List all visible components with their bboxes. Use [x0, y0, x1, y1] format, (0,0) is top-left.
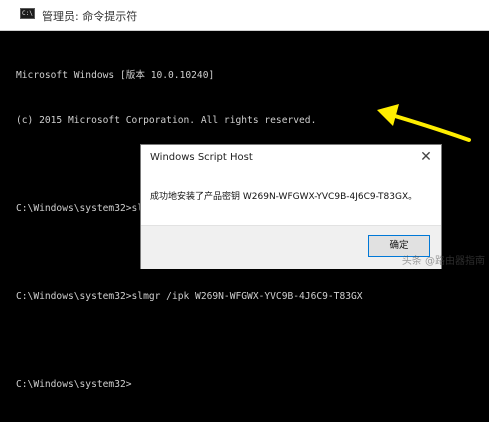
dialog-body: 成功地安装了产品密钥 W269N-WFGWX-YVC9B-4J6C9-T83GX… [141, 175, 441, 225]
title-bar[interactable]: C:\ 管理员: 命令提示符 [0, 0, 489, 31]
console-line: C:\Windows\system32> [16, 379, 132, 390]
command-prompt-window: C:\ 管理员: 命令提示符 Microsoft Windows [版本 10.… [0, 0, 489, 390]
console-line: Microsoft Windows [版本 10.0.10240] [16, 70, 215, 81]
dialog-message: 成功地安装了产品密钥 W269N-WFGWX-YVC9B-4J6C9-T83GX… [150, 192, 418, 202]
close-icon[interactable]: ✕ [417, 148, 435, 166]
cmd-icon: C:\ [20, 8, 35, 19]
arrow-shaft [393, 114, 471, 142]
script-host-dialog: Windows Script Host ✕ 成功地安装了产品密钥 W269N-W… [140, 144, 442, 269]
dialog-title: Windows Script Host [150, 152, 253, 163]
dialog-footer: 确定 [141, 225, 441, 269]
arrow-head [377, 104, 399, 126]
console-line: C:\Windows\system32>slmgr /ipk W269N-WFG… [16, 291, 363, 302]
window-title: 管理员: 命令提示符 [42, 10, 138, 23]
watermark: 头条 @路由器指南 [401, 256, 485, 267]
arrow-icon [377, 104, 471, 142]
